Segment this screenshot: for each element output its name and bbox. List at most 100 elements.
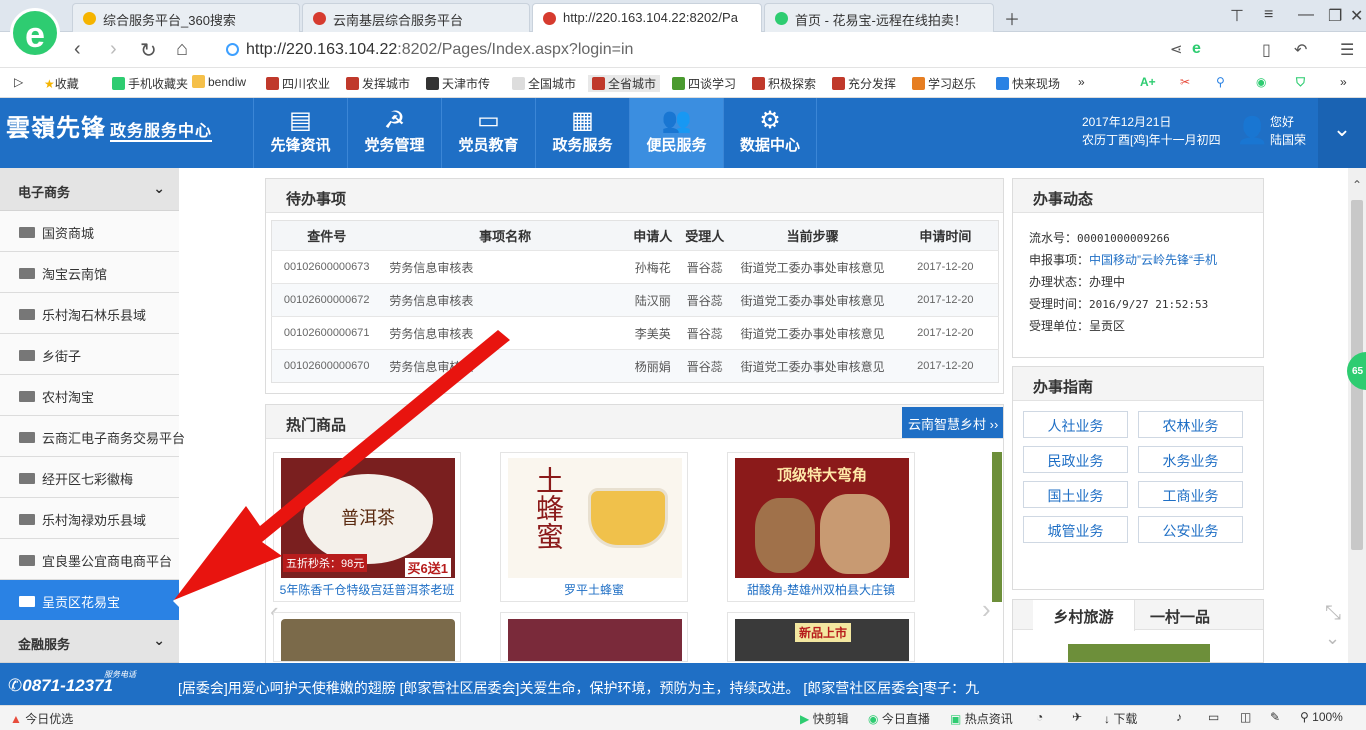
product-card[interactable]: 普洱茶 五折秒杀：98元 买6送1 5年陈香千仓特级宫廷普洱茶老班 [273,452,461,602]
product-card[interactable]: 土蜂蜜 罗平土蜂蜜 [500,452,688,602]
undo-icon[interactable]: ↶ [1294,40,1307,60]
news-ticker[interactable]: [居委会]用爱心呵护天使稚嫩的翅膀 [郎家营社区居委会]关爱生命，保护环境，预防… [178,678,1038,698]
status-zoom[interactable]: ⚲ 100% [1300,710,1343,724]
table-row[interactable]: 00102600000670 劳务信息审核表 杨丽娟 晋谷蕊 街道党工委办事处审核意见 2… [271,349,999,383]
bookmark-item[interactable]: 天津市传 [426,75,490,92]
product-card[interactable] [273,612,461,662]
bookmark-item[interactable]: 全省城市 [588,75,661,92]
sidebar-group-finance[interactable]: 金融服务 ⌄ [0,620,179,663]
shirt-icon[interactable]: ⊤ [1230,6,1244,26]
table-row[interactable]: 00102600000673 劳务信息审核表 孙梅花 晋谷蕊 街道党工委办事处审核意见 2… [271,250,999,284]
sidebar-item[interactable]: 乡街子 [0,334,179,375]
guide-button[interactable]: 国土业务 [1023,481,1128,508]
user-info[interactable]: 您好 陆国荣 [1270,113,1306,149]
header-expand-button[interactable]: ⌄ [1318,98,1366,168]
nav-member-education[interactable]: ▭ 党员教育 [441,98,535,168]
bookmark-item[interactable]: 四谈学习 [672,75,736,92]
restore-icon[interactable]: ❐ [1328,6,1342,26]
bookmark-item[interactable]: 积极探索 [752,75,816,92]
bookmark-item[interactable]: 发挥城市 [346,75,410,92]
affairs-item-link[interactable]: 中国移动”云岭先锋“手机 [1089,253,1217,267]
guide-button[interactable]: 水务业务 [1138,446,1243,473]
status-download[interactable]: ↓ 下载 [1104,710,1137,727]
status-hot-news[interactable]: ▣ 热点资讯 [950,710,1013,727]
brush-icon[interactable]: ✎ [1270,710,1280,724]
window-icon[interactable]: ▭ [1208,710,1219,724]
browser-tab-4[interactable]: 首页 - 花易宝-远程在线拍卖！ [764,3,994,32]
product-card[interactable]: 顶级特大弯角 甜酸角-楚雄州双柏县大庄镇 [727,452,915,602]
scroll-down-icon[interactable]: ⌄ [1325,628,1340,649]
phone-icon[interactable]: ▯ [1262,40,1271,60]
refresh-icon[interactable]: ↻ [140,38,157,63]
url-input[interactable]: http://220.163.104.22:8202/Pages/Index.a… [222,37,1162,63]
minimize-icon[interactable]: — [1298,6,1314,24]
game-icon[interactable]: ◉ [1256,75,1266,89]
user-avatar-icon[interactable]: 👤 [1236,115,1268,147]
speed-icon[interactable]: ◔ [1036,710,1043,724]
more-tools-icon[interactable]: » [1340,75,1347,89]
bookmark-item[interactable]: 四川农业 [266,75,330,92]
status-live[interactable]: ◉ 今日直播 [868,710,930,727]
bookmarks-toggle-icon[interactable]: ▷ [14,75,23,89]
scroll-up-icon[interactable]: ⌃ [1352,178,1362,192]
sidebar-item[interactable]: 云商汇电子商务交易平台 [0,416,185,457]
tab-rural-tourism[interactable]: 乡村旅游 [1033,600,1135,631]
bookmark-item[interactable]: bendiw [192,75,246,89]
share-icon[interactable]: ⋖ [1170,40,1183,58]
bookmark-item[interactable]: 学习赵乐 [912,75,976,92]
close-icon[interactable]: ✕ [1350,6,1363,26]
volume-icon[interactable]: ♪ [1176,710,1182,724]
bookmark-item[interactable]: 快来现场 [996,75,1060,92]
nav-data-center[interactable]: ⚙ 数据中心 [723,98,817,168]
magnifier-icon[interactable]: ⚲ [1216,75,1225,89]
sidebar-item[interactable]: 乐村淘石林乐县域 [0,293,179,334]
guide-button[interactable]: 公安业务 [1138,516,1243,543]
sidebar-item[interactable]: 经开区七彩徽梅 [0,457,179,498]
nav-government-services[interactable]: ▦ 政务服务 [535,98,629,168]
home-icon[interactable]: ⌂ [176,38,188,61]
sidebar-item[interactable]: 农村淘宝 [0,375,179,416]
shield-icon[interactable]: ⛉ [1296,75,1305,90]
tab-one-village-one-product[interactable]: 一村一品 [1135,600,1225,630]
menu-icon[interactable]: ≡ [1264,6,1273,24]
bookmark-item[interactable]: 手机收藏夹 [112,75,188,92]
product-card[interactable]: 新品上市 [727,612,915,662]
scissors-icon[interactable]: ✂ [1180,75,1190,89]
bookmark-item[interactable]: 充分发挥 [832,75,896,92]
browser-logo-icon[interactable]: e [10,8,60,58]
table-row[interactable]: 00102600000672 劳务信息审核表 陆汉丽 晋谷蕊 街道党工委办事处审核意见 2… [271,283,999,317]
nav-convenience-services[interactable]: 👥 便民服务 [629,98,723,168]
table-row[interactable]: 00102600000671 劳务信息审核表 李美英 晋谷蕊 街道党工委办事处审核意见 2… [271,316,999,350]
guide-button[interactable]: 工商业务 [1138,481,1243,508]
carousel-next-icon[interactable]: › [982,594,991,625]
browser-tab-2[interactable]: 云南基层综合服务平台 [302,3,530,32]
sidebar-item[interactable]: 国资商城 [0,211,179,252]
browser-tab-1[interactable]: 综合服务平台_360搜索 [72,3,300,32]
more-icon[interactable]: ☰ [1340,40,1354,60]
bookmark-item[interactable]: 全国城市 [512,75,576,92]
nav-news[interactable]: ▤ 先锋资讯 [253,98,347,168]
status-quick-edit[interactable]: ▶ 快剪辑 [800,710,849,727]
sidebar-item[interactable]: 呈贡区花易宝 [0,580,180,621]
sidebar-item[interactable]: 淘宝云南馆 [0,252,179,293]
site-brand[interactable]: 雲嶺先锋 政务服务中心 [6,108,213,143]
smart-village-button[interactable]: 云南智慧乡村 ›› [902,407,1003,438]
translate-icon[interactable]: A+ [1140,75,1156,89]
guide-button[interactable]: 民政业务 [1023,446,1128,473]
sidebar-group-ecommerce[interactable]: 电子商务 ⌄ [0,168,179,211]
new-tab-icon[interactable]: ＋ [1004,6,1020,30]
guide-button[interactable]: 人社业务 [1023,411,1128,438]
nav-party-affairs[interactable]: ☭ 党务管理 [347,98,441,168]
forward-icon[interactable]: › [110,38,117,61]
bookmark-item[interactable]: ★收藏 [44,75,79,92]
sidebar-item[interactable]: 宜良墨公宜商电商平台 [0,539,179,580]
guide-button[interactable]: 农林业务 [1138,411,1243,438]
resize-icon[interactable]: ⤡ [1325,602,1341,625]
ie-mode-icon[interactable]: e [1192,40,1201,58]
pin-icon[interactable]: ✈ [1072,710,1082,724]
product-card[interactable] [500,612,688,662]
status-today-picks[interactable]: ▲ 今日优选 [10,710,73,727]
browser-tab-3[interactable]: http://220.163.104.22:8202/Pa [532,3,762,32]
sidebar-item[interactable]: 乐村淘禄劝乐县域 [0,498,179,539]
split-icon[interactable]: ◫ [1240,710,1251,724]
